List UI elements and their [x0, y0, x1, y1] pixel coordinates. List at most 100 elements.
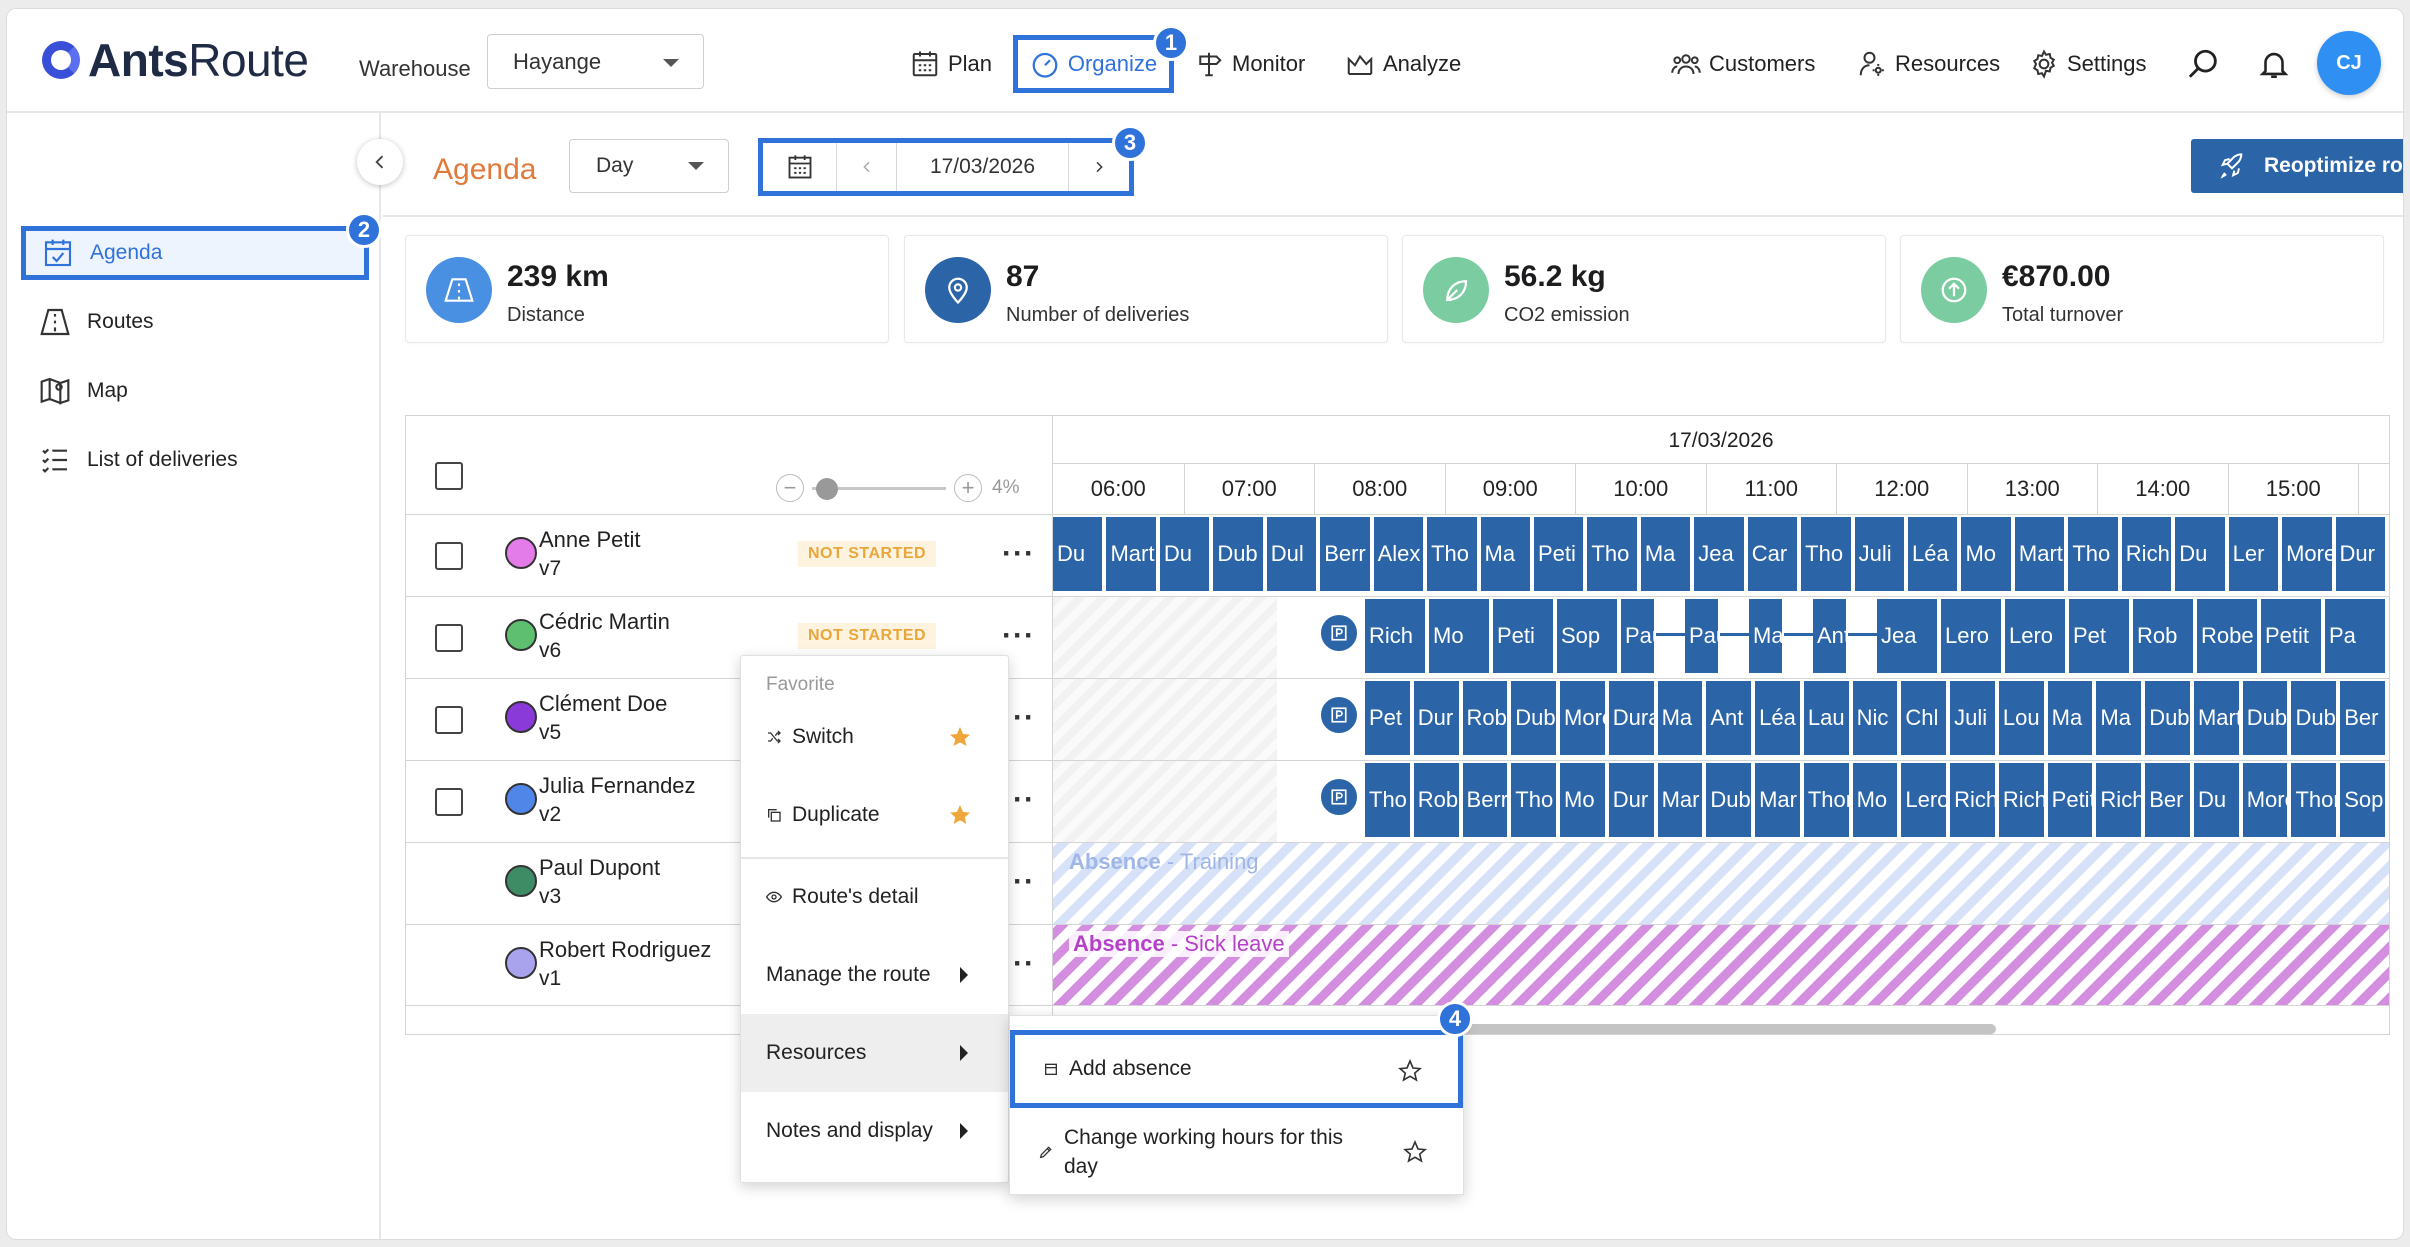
delivery-block[interactable]: Ma — [2047, 681, 2095, 755]
parking-icon[interactable] — [1319, 613, 1359, 653]
delivery-block[interactable]: Dub — [1511, 681, 1559, 755]
delivery-block[interactable]: Tho — [1587, 517, 1639, 591]
delivery-block[interactable]: Pet — [2069, 599, 2131, 673]
absence-lane[interactable]: Absence - Training — [1053, 842, 2389, 924]
route-lane[interactable]: PetDurRobeDubMoreDuraMaAntLéaLauNicChlJu… — [1053, 678, 2389, 760]
more-options-button[interactable]: ··· — [1002, 619, 1035, 653]
delivery-block[interactable]: Dub — [2242, 681, 2290, 755]
delivery-block[interactable]: Robe — [1462, 681, 1510, 755]
delivery-block[interactable]: Dub — [2291, 681, 2339, 755]
delivery-block[interactable]: Dur — [2335, 517, 2387, 591]
menu-item-notes-display[interactable]: Notes and display — [741, 1092, 1008, 1170]
delivery-block[interactable]: Lau — [1803, 681, 1851, 755]
route-lane[interactable]: RichMoPetiSopPauPauMaAntJeaLeroLeroPetRo… — [1053, 596, 2389, 678]
delivery-block[interactable]: Ant — [1813, 599, 1849, 673]
delivery-block[interactable]: Rob — [2133, 599, 2195, 673]
delivery-block[interactable]: More — [2282, 517, 2334, 591]
delivery-block[interactable]: Pa — [2325, 599, 2387, 673]
route-lane[interactable]: Du Mart Du Dub Dul Berr Alex Tho Ma Peti Tho Ma Jea C… — [1053, 514, 2389, 596]
menu-item-change-working-hours[interactable]: Change working hours for this day — [1010, 1112, 1463, 1192]
menu-item-route-detail[interactable]: Route's detail — [741, 858, 1008, 936]
view-select[interactable]: Day — [569, 139, 729, 193]
calendar-picker-button[interactable] — [763, 143, 837, 191]
menu-item-duplicate[interactable]: Duplicate — [741, 776, 1008, 854]
zoom-in-button[interactable]: + — [954, 474, 982, 502]
delivery-block[interactable]: Alex — [1373, 517, 1426, 591]
bell-icon[interactable] — [2257, 47, 2291, 81]
delivery-block[interactable]: Mo — [1429, 599, 1491, 673]
delivery-block[interactable]: Tho — [1427, 517, 1479, 591]
delivery-block[interactable]: Du — [1159, 517, 1212, 591]
delivery-block[interactable]: Mart — [1106, 517, 1158, 591]
delivery-block[interactable]: Du — [2175, 517, 2227, 591]
search-icon[interactable] — [2187, 47, 2221, 81]
date-display[interactable]: 17/03/2026 — [897, 143, 1069, 191]
delivery-block[interactable]: Léa — [1755, 681, 1802, 755]
delivery-block[interactable]: Dura — [1608, 681, 1656, 755]
delivery-block[interactable]: Berr — [1320, 517, 1372, 591]
star-outline-icon[interactable] — [1398, 1059, 1422, 1083]
route-lane[interactable]: Tho Rob Berr Tho Mo Dur Mar Dub Mar Thor Mo Lero Ric… — [1053, 760, 2389, 842]
delivery-block[interactable]: Peti — [1493, 599, 1555, 673]
delivery-block[interactable]: Dub — [2145, 681, 2192, 755]
sidebar-item-map[interactable]: Map — [23, 364, 367, 418]
menu-item-resources[interactable]: Resources — [741, 1014, 1008, 1092]
delivery-block[interactable]: Dul — [1266, 517, 1319, 591]
sidebar-item-routes[interactable]: Routes — [23, 295, 367, 349]
delivery-block[interactable]: Car — [1747, 517, 1800, 591]
delivery-block[interactable]: Lero — [2005, 599, 2067, 673]
delivery-block[interactable]: Mar — [1657, 763, 1705, 837]
delivery-block[interactable]: Peti — [1533, 517, 1586, 591]
delivery-block[interactable]: Ma — [1749, 599, 1785, 673]
delivery-block[interactable]: Rich — [1998, 763, 2046, 837]
delivery-block[interactable]: Ber — [2145, 763, 2192, 837]
row-checkbox[interactable] — [435, 624, 463, 652]
nav-customers[interactable]: Customers — [1671, 39, 1815, 89]
parking-icon[interactable] — [1319, 777, 1359, 817]
delivery-block[interactable]: Dub — [1213, 517, 1265, 591]
star-outline-icon[interactable] — [1403, 1140, 1427, 1164]
delivery-block[interactable]: Jea — [1694, 517, 1746, 591]
logo[interactable]: AntsRoute — [42, 37, 309, 83]
delivery-block[interactable]: Lero — [1901, 763, 1949, 837]
delivery-block[interactable]: Mo — [1560, 763, 1607, 837]
delivery-block[interactable]: Dub — [1706, 763, 1754, 837]
delivery-block[interactable]: Thor — [2291, 763, 2339, 837]
delivery-block[interactable]: Chl — [1901, 681, 1949, 755]
delivery-block[interactable]: Dur — [1413, 681, 1461, 755]
zoom-out-button[interactable]: − — [776, 474, 804, 502]
delivery-block[interactable]: Juli — [1950, 681, 1997, 755]
nav-settings[interactable]: Settings — [2029, 39, 2147, 89]
delivery-block[interactable]: Pet — [1365, 681, 1412, 755]
delivery-block[interactable]: Robe — [2197, 599, 2259, 673]
delivery-block[interactable]: Mo — [1961, 517, 2013, 591]
delivery-block[interactable]: Pau — [1621, 599, 1657, 673]
delivery-block[interactable]: Petit — [2047, 763, 2095, 837]
sidebar-item-list-of-deliveries[interactable]: List of deliveries — [23, 433, 367, 487]
previous-day-button[interactable] — [837, 143, 897, 191]
garage-icon[interactable] — [1319, 695, 1359, 735]
delivery-block[interactable]: Tho — [1365, 763, 1412, 837]
delivery-block[interactable]: Ma — [1640, 517, 1693, 591]
delivery-block[interactable]: Ma — [1480, 517, 1532, 591]
delivery-block[interactable]: Léa — [1908, 517, 1960, 591]
delivery-block[interactable]: Petit — [2261, 599, 2323, 673]
reoptimize-routes-button[interactable]: Reoptimize routes — [2191, 139, 2403, 193]
select-all-checkbox[interactable] — [435, 462, 463, 490]
delivery-block[interactable]: Sop — [1557, 599, 1619, 673]
nav-organize[interactable]: Organize — [1013, 35, 1174, 93]
nav-monitor[interactable]: Monitor — [1194, 39, 1305, 89]
menu-item-switch[interactable]: Switch — [741, 698, 1008, 776]
avatar[interactable]: CJ — [2317, 31, 2381, 95]
nav-plan[interactable]: Plan — [910, 39, 992, 89]
delivery-block[interactable]: Tho — [2068, 517, 2120, 591]
delivery-block[interactable]: Mart — [2193, 681, 2241, 755]
delivery-block[interactable]: Ant — [1706, 681, 1754, 755]
delivery-block[interactable]: Mart — [2014, 517, 2067, 591]
row-checkbox[interactable] — [435, 788, 463, 816]
delivery-block[interactable]: Dur — [1608, 763, 1656, 837]
delivery-block[interactable]: More — [2242, 763, 2290, 837]
delivery-block[interactable]: Rich — [2121, 517, 2174, 591]
delivery-block[interactable]: Ler — [2228, 517, 2281, 591]
delivery-block[interactable]: Tho — [1801, 517, 1853, 591]
